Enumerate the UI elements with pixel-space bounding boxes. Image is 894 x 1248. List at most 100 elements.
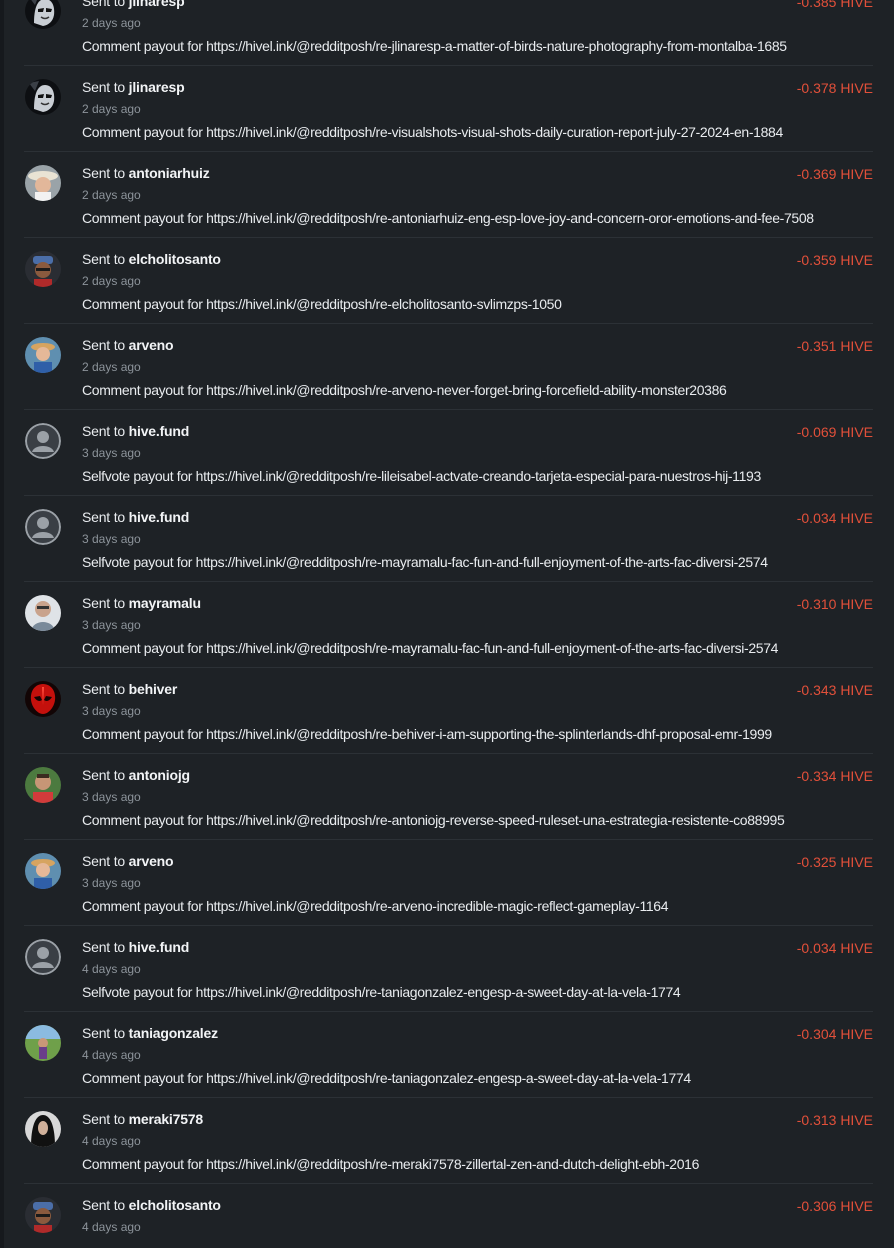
sent-to-label: Sent to xyxy=(82,767,125,783)
transaction-row-1: Sent to jlinaresp 2 days ago Comment pay… xyxy=(24,0,873,66)
avatar-hive-fund[interactable] xyxy=(25,509,61,545)
avatar-jlinaresp[interactable] xyxy=(25,79,61,115)
avatar-arveno[interactable] xyxy=(25,853,61,889)
transaction-title: Sent to hive.fund xyxy=(82,939,189,955)
recipient-link[interactable]: arveno xyxy=(129,853,174,869)
amount: -0.304 HIVE xyxy=(796,1026,873,1042)
transaction-row-3: Sent to antoniarhuiz 2 days ago Comment … xyxy=(24,152,873,238)
transaction-title: Sent to antoniojg xyxy=(82,767,190,783)
transaction-memo: Comment payout for https://hivel.ink/@re… xyxy=(82,640,779,656)
recipient-link[interactable]: antoniojg xyxy=(129,767,190,783)
recipient-link[interactable]: taniagonzalez xyxy=(129,1025,218,1041)
timestamp: 3 days ago xyxy=(82,876,141,890)
transaction-title: Sent to behiver xyxy=(82,681,177,697)
amount: -0.334 HIVE xyxy=(796,768,873,784)
sent-to-label: Sent to xyxy=(82,681,125,697)
timestamp: 2 days ago xyxy=(82,274,141,288)
avatar-mayramalu[interactable] xyxy=(25,595,61,631)
timestamp: 4 days ago xyxy=(82,962,141,976)
recipient-link[interactable]: hive.fund xyxy=(129,423,190,439)
sent-to-label: Sent to xyxy=(82,165,125,181)
transaction-memo: Selfvote payout for https://hivel.ink/@r… xyxy=(82,984,681,1000)
recipient-link[interactable]: antoniarhuiz xyxy=(129,165,210,181)
amount: -0.325 HIVE xyxy=(796,854,873,870)
recipient-link[interactable]: elcholitosanto xyxy=(129,1197,221,1213)
avatar-hive-fund[interactable] xyxy=(25,939,61,975)
sent-to-label: Sent to xyxy=(82,509,125,525)
avatar-behiver[interactable] xyxy=(25,681,61,717)
transaction-memo: Comment payout for https://hivel.ink/@re… xyxy=(82,296,562,312)
avatar-jlinaresp[interactable] xyxy=(25,0,61,29)
avatar-elcholitosanto[interactable] xyxy=(25,251,61,287)
sent-to-label: Sent to xyxy=(82,251,125,267)
transaction-title: Sent to mayramalu xyxy=(82,595,201,611)
amount: -0.351 HIVE xyxy=(796,338,873,354)
avatar-arveno[interactable] xyxy=(25,337,61,373)
avatar-meraki7578[interactable] xyxy=(25,1111,61,1147)
transaction-title: Sent to meraki7578 xyxy=(82,1111,203,1127)
recipient-link[interactable]: jlinaresp xyxy=(129,0,185,9)
timestamp: 4 days ago xyxy=(82,1134,141,1148)
timestamp: 2 days ago xyxy=(82,102,141,116)
transaction-row-4: Sent to elcholitosanto 2 days ago Commen… xyxy=(24,238,873,324)
transaction-memo: Comment payout for https://hivel.ink/@re… xyxy=(82,726,772,742)
recipient-link[interactable]: elcholitosanto xyxy=(129,251,221,267)
transaction-row-6: Sent to hive.fund 3 days ago Selfvote pa… xyxy=(24,410,873,496)
recipient-link[interactable]: arveno xyxy=(129,337,174,353)
recipient-link[interactable]: hive.fund xyxy=(129,939,190,955)
transaction-row-5: Sent to arveno 2 days ago Comment payout… xyxy=(24,324,873,410)
transaction-title: Sent to hive.fund xyxy=(82,509,189,525)
transaction-list: Sent to jlinaresp 2 days ago Comment pay… xyxy=(24,0,873,1248)
transaction-memo: Comment payout for https://hivel.ink/@re… xyxy=(82,1070,691,1086)
amount: -0.378 HIVE xyxy=(796,80,873,96)
transaction-row-15: Sent to elcholitosanto 4 days ago -0.306… xyxy=(24,1184,873,1248)
avatar-antoniojg[interactable] xyxy=(25,767,61,803)
amount: -0.034 HIVE xyxy=(796,940,873,956)
transaction-memo: Selfvote payout for https://hivel.ink/@r… xyxy=(82,554,768,570)
transaction-row-7: Sent to hive.fund 3 days ago Selfvote pa… xyxy=(24,496,873,582)
timestamp: 3 days ago xyxy=(82,704,141,718)
amount: -0.385 HIVE xyxy=(796,0,873,10)
amount: -0.310 HIVE xyxy=(796,596,873,612)
timestamp: 3 days ago xyxy=(82,532,141,546)
transaction-title: Sent to antoniarhuiz xyxy=(82,165,210,181)
transaction-row-11: Sent to arveno 3 days ago Comment payout… xyxy=(24,840,873,926)
transaction-row-12: Sent to hive.fund 4 days ago Selfvote pa… xyxy=(24,926,873,1012)
transfer-history-panel: Sent to jlinaresp 2 days ago Comment pay… xyxy=(4,0,894,1248)
amount: -0.359 HIVE xyxy=(796,252,873,268)
avatar-hive-fund[interactable] xyxy=(25,423,61,459)
transaction-memo: Comment payout for https://hivel.ink/@re… xyxy=(82,38,787,54)
sent-to-label: Sent to xyxy=(82,423,125,439)
transaction-row-13: Sent to taniagonzalez 4 days ago Comment… xyxy=(24,1012,873,1098)
transaction-title: Sent to jlinaresp xyxy=(82,0,185,9)
sent-to-label: Sent to xyxy=(82,79,125,95)
sent-to-label: Sent to xyxy=(82,337,125,353)
transaction-title: Sent to taniagonzalez xyxy=(82,1025,218,1041)
transaction-memo: Comment payout for https://hivel.ink/@re… xyxy=(82,382,727,398)
sent-to-label: Sent to xyxy=(82,0,125,9)
amount: -0.369 HIVE xyxy=(796,166,873,182)
transaction-title: Sent to jlinaresp xyxy=(82,79,185,95)
avatar-antoniarhuiz[interactable] xyxy=(25,165,61,201)
timestamp: 2 days ago xyxy=(82,188,141,202)
avatar-taniagonzalez[interactable] xyxy=(25,1025,61,1061)
amount: -0.069 HIVE xyxy=(796,424,873,440)
recipient-link[interactable]: meraki7578 xyxy=(129,1111,203,1127)
timestamp: 2 days ago xyxy=(82,360,141,374)
sent-to-label: Sent to xyxy=(82,1025,125,1041)
sent-to-label: Sent to xyxy=(82,853,125,869)
transaction-title: Sent to elcholitosanto xyxy=(82,251,221,267)
avatar-elcholitosanto[interactable] xyxy=(25,1197,61,1233)
sent-to-label: Sent to xyxy=(82,595,125,611)
recipient-link[interactable]: hive.fund xyxy=(129,509,190,525)
transaction-title: Sent to arveno xyxy=(82,853,174,869)
transaction-memo: Comment payout for https://hivel.ink/@re… xyxy=(82,210,814,226)
timestamp: 4 days ago xyxy=(82,1048,141,1062)
transaction-title: Sent to hive.fund xyxy=(82,423,189,439)
recipient-link[interactable]: jlinaresp xyxy=(129,79,185,95)
recipient-link[interactable]: mayramalu xyxy=(129,595,201,611)
transaction-row-2: Sent to jlinaresp 2 days ago Comment pay… xyxy=(24,66,873,152)
transaction-memo: Comment payout for https://hivel.ink/@re… xyxy=(82,812,785,828)
transaction-memo: Comment payout for https://hivel.ink/@re… xyxy=(82,124,783,140)
recipient-link[interactable]: behiver xyxy=(129,681,178,697)
